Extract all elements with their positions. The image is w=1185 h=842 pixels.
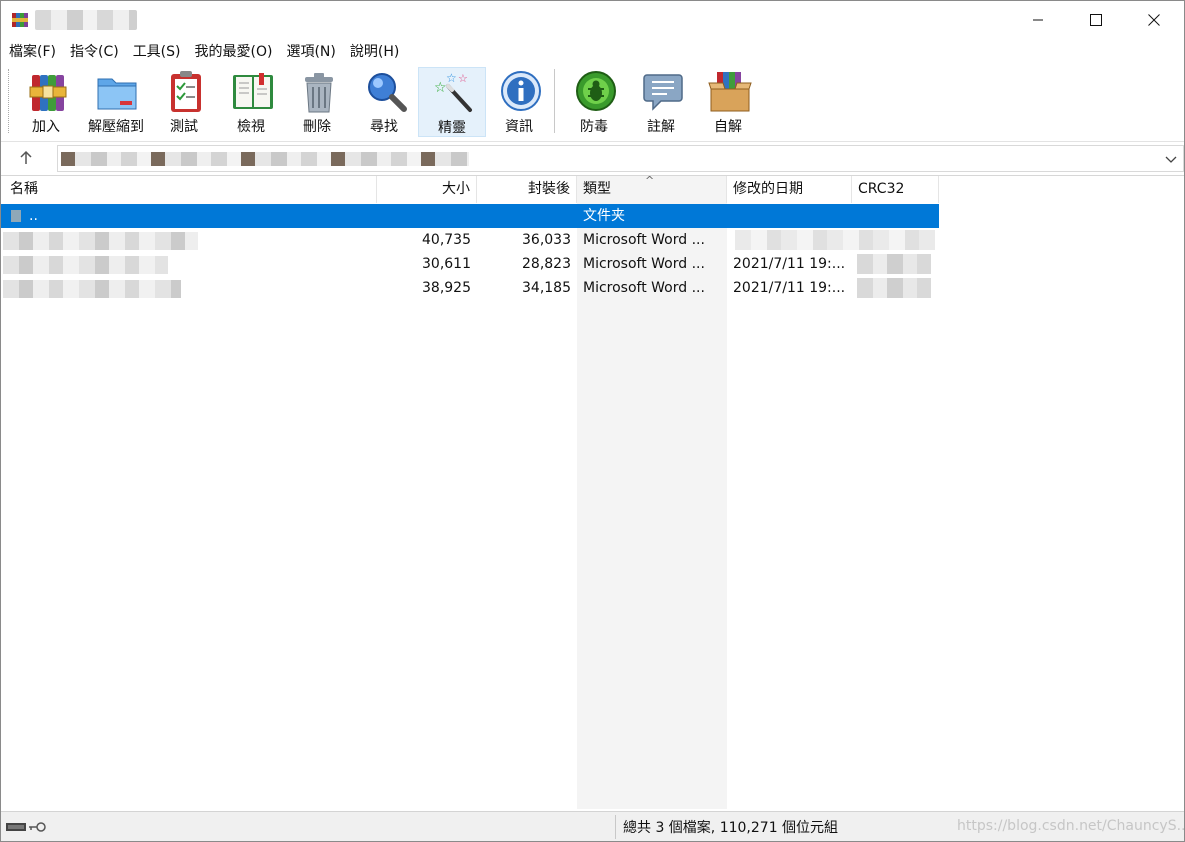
toolbar-sfx-button[interactable]: 自解	[695, 67, 761, 137]
winrar-window: ██████ 檔案(F) 指令(C) 工具(S) 我的最愛(O) 選項(N) 說…	[0, 0, 1185, 842]
toolbar-wizard-label: 精靈	[438, 120, 466, 136]
row-type: 文件夹	[583, 208, 625, 224]
trash-icon	[305, 73, 333, 113]
toolbar-view-label: 檢視	[237, 119, 265, 135]
toolbar-test-button[interactable]: 測試	[151, 67, 217, 137]
address-bar: ████████████████████	[1, 141, 1184, 173]
up-one-level-button[interactable]	[11, 146, 41, 170]
column-header-packed[interactable]: 封裝後	[477, 176, 577, 203]
row-crc	[857, 278, 931, 298]
menu-options[interactable]: 選項(N)	[279, 40, 342, 64]
status-bar: 總共 3 個檔案, 110,271 個位元組 https://blog.csdn…	[1, 811, 1185, 841]
window-title: ██████	[35, 10, 137, 30]
toolbar-extract-button[interactable]: 解壓縮到	[82, 67, 150, 137]
toolbar-delete-button[interactable]: 刪除	[284, 67, 350, 137]
svg-text:☆: ☆	[458, 72, 468, 85]
toolbar-separator	[554, 69, 555, 133]
winrar-app-icon	[12, 13, 28, 27]
toolbar-delete-label: 刪除	[303, 119, 331, 135]
row-type: Microsoft Word ...	[583, 232, 705, 248]
path-text: ████████████████████	[61, 152, 469, 166]
toolbar-extract-label: 解壓縮到	[88, 119, 144, 135]
row-modified	[735, 230, 935, 250]
column-header-name[interactable]: 名稱	[1, 176, 377, 203]
toolbar-grip[interactable]	[8, 69, 11, 133]
column-header-size[interactable]: 大小	[377, 176, 477, 203]
toolbar-test-label: 測試	[170, 119, 198, 135]
row-size: 40,735	[422, 232, 471, 248]
drive-key-icon[interactable]	[5, 819, 49, 835]
toolbar-antivirus-label: 防毒	[580, 119, 608, 135]
row-size: 30,611	[422, 256, 471, 272]
toolbar: 加入 解壓縮到 測試 檢視 刪除 尋找 ☆ ☆ ☆ 精靈 資訊 防毒 註解 自解	[1, 65, 1184, 139]
test-clipboard-icon	[171, 71, 201, 112]
table-row[interactable]: 38,925 34,185 Microsoft Word ... 2021/7/…	[1, 276, 939, 300]
toolbar-add-label: 加入	[32, 119, 60, 135]
close-icon	[1148, 14, 1160, 26]
status-summary: 總共 3 個檔案, 110,271 個位元組	[623, 820, 839, 836]
toolbar-info-label: 資訊	[505, 119, 533, 135]
table-row[interactable]: 40,735 36,033 Microsoft Word ...	[1, 228, 939, 252]
menu-bar: 檔案(F) 指令(C) 工具(S) 我的最愛(O) 選項(N) 說明(H)	[1, 40, 1184, 64]
row-packed: 34,185	[522, 280, 571, 296]
title-bar: ██████	[1, 1, 1184, 39]
row-packed: 36,033	[522, 232, 571, 248]
comment-icon	[643, 74, 683, 111]
toolbar-comment-button[interactable]: 註解	[628, 67, 694, 137]
row-modified: 2021/7/11 19:...	[733, 280, 846, 296]
menu-file[interactable]: 檔案(F)	[1, 40, 63, 64]
magnifier-icon	[368, 73, 407, 112]
column-header-crc[interactable]: CRC32	[852, 176, 939, 203]
watermark: https://blog.csdn.net/ChauncyS...	[957, 818, 1185, 834]
view-book-icon	[233, 73, 273, 109]
row-crc	[857, 254, 931, 274]
toolbar-view-button[interactable]: 檢視	[218, 67, 284, 137]
toolbar-find-label: 尋找	[370, 119, 398, 135]
row-packed: 28,823	[522, 256, 571, 272]
row-size: 38,925	[422, 280, 471, 296]
close-button[interactable]	[1125, 1, 1183, 39]
status-divider	[615, 815, 616, 839]
minimize-icon	[1033, 19, 1043, 21]
row-name	[3, 256, 168, 274]
sort-ascending-icon: ^	[645, 175, 655, 187]
svg-text:☆: ☆	[446, 71, 457, 85]
row-name: ..	[29, 208, 38, 224]
row-modified: 2021/7/11 19:...	[733, 256, 846, 272]
sfx-box-icon	[708, 72, 752, 112]
minimize-button[interactable]	[1009, 1, 1067, 39]
table-row-parent[interactable]: .. 文件夹	[1, 204, 939, 228]
menu-tools[interactable]: 工具(S)	[126, 40, 188, 64]
row-type: Microsoft Word ...	[583, 280, 705, 296]
info-icon	[501, 71, 541, 111]
maximize-icon	[1090, 14, 1102, 26]
path-combobox[interactable]: ████████████████████	[57, 145, 1184, 172]
parent-folder-icon	[11, 210, 21, 222]
row-name	[3, 280, 181, 298]
toolbar-find-button[interactable]: 尋找	[351, 67, 417, 137]
maximize-button[interactable]	[1067, 1, 1125, 39]
toolbar-add-button[interactable]: 加入	[13, 67, 79, 137]
toolbar-antivirus-button[interactable]: 防毒	[561, 67, 627, 137]
wizard-wand-icon: ☆ ☆ ☆	[434, 71, 472, 112]
row-name	[3, 232, 198, 250]
toolbar-sfx-label: 自解	[714, 119, 742, 135]
toolbar-comment-label: 註解	[647, 119, 675, 135]
file-list[interactable]: 名稱 大小 封裝後 類型 ^ 修改的日期 CRC32 .. 文件夹 40,735…	[1, 175, 1184, 809]
menu-commands[interactable]: 指令(C)	[63, 40, 126, 64]
menu-help[interactable]: 說明(H)	[343, 40, 406, 64]
antivirus-bug-icon	[576, 71, 616, 111]
svg-text:☆: ☆	[434, 80, 447, 96]
extract-folder-icon	[97, 78, 137, 110]
column-header-modified[interactable]: 修改的日期	[727, 176, 852, 203]
add-archive-icon	[29, 75, 67, 111]
arrow-up-icon	[20, 150, 32, 164]
chevron-down-icon[interactable]	[1165, 153, 1177, 165]
row-type: Microsoft Word ...	[583, 256, 705, 272]
toolbar-info-button[interactable]: 資訊	[486, 67, 552, 137]
table-row[interactable]: 30,611 28,823 Microsoft Word ... 2021/7/…	[1, 252, 939, 276]
toolbar-wizard-button[interactable]: ☆ ☆ ☆ 精靈	[418, 67, 486, 137]
menu-favorites[interactable]: 我的最愛(O)	[188, 40, 280, 64]
